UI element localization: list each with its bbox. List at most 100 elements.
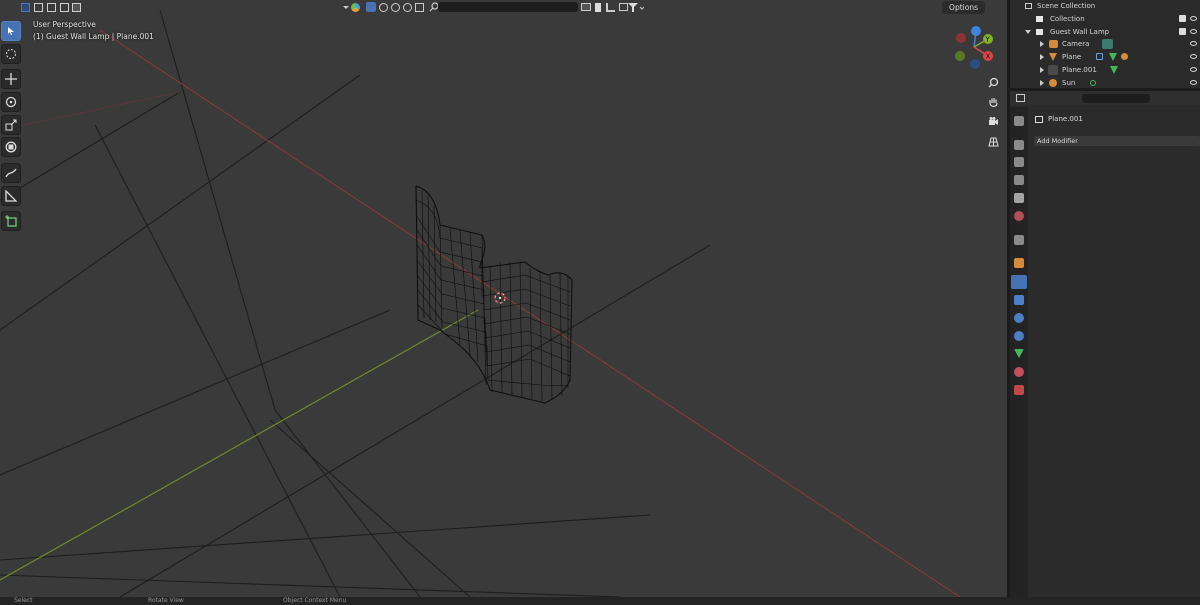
outliner-row-collection[interactable]: Collection	[1010, 13, 1200, 25]
outliner-row-label: Collection	[1050, 15, 1085, 23]
pencil-icon	[5, 168, 17, 178]
3d-viewport[interactable]: Options User Perspective (1) Guest Wall …	[0, 0, 1007, 597]
modifier-tab-icon[interactable]	[1011, 275, 1027, 289]
cursor-tool-button[interactable]	[1, 44, 21, 64]
transform-pivot-icon[interactable]	[415, 3, 424, 12]
outliner-row-scene-collection[interactable]: Scene Collection	[1010, 0, 1200, 12]
light-object-icon	[1049, 79, 1057, 87]
status-rotate: Rotate View	[148, 597, 184, 604]
transform-icon	[5, 141, 17, 153]
status-bar: Select Rotate View Object Context Menu	[0, 597, 1200, 605]
select-tool-button[interactable]	[1, 21, 21, 41]
mesh-object-icon	[1048, 65, 1058, 75]
eye-icon[interactable]	[1190, 41, 1197, 46]
chevron-down-icon[interactable]	[343, 6, 349, 9]
select-invert-icon[interactable]	[60, 3, 69, 12]
texture-tab-icon[interactable]	[1014, 385, 1024, 395]
light-data-icon	[1090, 80, 1096, 86]
expand-arrow-icon[interactable]	[1025, 30, 1031, 34]
hierarchy-icon[interactable]	[606, 3, 615, 12]
cursor-arrow-icon	[8, 27, 14, 35]
eye-icon[interactable]	[1190, 80, 1197, 85]
viewport-scene	[0, 9, 961, 597]
rotate-tool-button[interactable]	[1, 92, 21, 112]
physics-tab-icon[interactable]	[1014, 313, 1024, 323]
collection-icon	[1036, 29, 1043, 35]
move-tool-button[interactable]	[1, 69, 21, 89]
eye-icon[interactable]	[1190, 16, 1197, 21]
expand-arrow-icon[interactable]	[1040, 67, 1044, 73]
zoom-button[interactable]	[984, 73, 1002, 91]
expand-arrow-icon[interactable]	[1040, 41, 1044, 47]
search-input[interactable]	[438, 2, 578, 12]
scale-tool-button[interactable]	[1, 115, 21, 135]
camera-view-button[interactable]	[984, 112, 1002, 130]
output-tab-icon[interactable]	[1014, 157, 1024, 167]
gizmo-x-label: X	[986, 53, 991, 61]
camera-icon	[988, 116, 998, 125]
add-modifier-button[interactable]: Add Modifier	[1034, 136, 1200, 146]
hand-icon	[988, 97, 998, 107]
outliner-row-plane[interactable]: Plane	[1010, 51, 1200, 63]
perspective-toggle-button[interactable]	[984, 132, 1002, 150]
outliner-row-guest-wall-lamp[interactable]: Guest Wall Lamp	[1010, 26, 1200, 38]
select-intersect-icon[interactable]	[72, 3, 81, 12]
filter-icon[interactable]	[628, 2, 644, 13]
view-layer-tab-icon[interactable]	[1014, 175, 1024, 185]
select-subtract-icon[interactable]	[47, 3, 56, 12]
constraints-tab-icon[interactable]	[1014, 331, 1024, 341]
world-tab-icon[interactable]	[1014, 211, 1024, 221]
measure-tool-button[interactable]	[1, 186, 21, 206]
expand-arrow-icon[interactable]	[1040, 54, 1044, 60]
outliner-row-camera[interactable]: Camera	[1010, 38, 1200, 50]
edge-select-icon[interactable]	[391, 3, 400, 12]
grid-line	[0, 514, 651, 561]
scene-tab-icon[interactable]	[1014, 193, 1024, 203]
select-extend-icon[interactable]	[34, 3, 43, 12]
overlay-globe-icon[interactable]	[351, 3, 360, 12]
exclude-checkbox[interactable]	[1179, 28, 1186, 35]
bookmark-icon[interactable]	[595, 3, 601, 12]
scale-icon	[5, 119, 17, 131]
magnifier-icon	[988, 77, 998, 87]
tool-tab-icon[interactable]	[1014, 116, 1024, 126]
eye-icon[interactable]	[1190, 29, 1197, 34]
grid-line	[0, 74, 361, 331]
object-mode-icon[interactable]	[366, 2, 376, 12]
collection-icon[interactable]	[619, 3, 628, 11]
properties-search-input[interactable]	[1082, 94, 1150, 103]
select-box-mode-icon[interactable]	[21, 3, 30, 12]
face-select-icon[interactable]	[403, 3, 412, 12]
particles-tab-icon[interactable]	[1014, 295, 1024, 305]
options-dropdown[interactable]: Options	[942, 1, 985, 14]
grid-line	[119, 244, 711, 597]
outliner-row-label: Guest Wall Lamp	[1050, 28, 1110, 36]
eye-icon[interactable]	[1190, 67, 1197, 72]
camera-data-icon	[1102, 39, 1113, 49]
exclude-checkbox[interactable]	[1179, 15, 1186, 22]
display-filter-icon[interactable]	[581, 3, 591, 11]
outliner-row-label: Camera	[1062, 40, 1090, 48]
mesh-object-icon	[1049, 53, 1057, 61]
mesh-data-icon	[1110, 66, 1118, 74]
navigation-gizmo[interactable]: Y X	[950, 24, 998, 70]
collection-tab-icon[interactable]	[1014, 235, 1024, 245]
vertex-select-icon[interactable]	[379, 3, 388, 12]
object-tab-icon[interactable]	[1014, 258, 1024, 268]
eye-icon[interactable]	[1190, 54, 1197, 59]
expand-arrow-icon[interactable]	[1040, 80, 1044, 86]
editor-type-icon[interactable]	[1016, 94, 1025, 102]
annotate-tool-button[interactable]	[1, 163, 21, 183]
add-cube-tool-button[interactable]	[1, 211, 21, 231]
pan-button[interactable]	[984, 93, 1002, 111]
properties-panel: Plane.001 Add Modifier	[1010, 91, 1200, 597]
transform-tool-button[interactable]	[1, 137, 21, 157]
render-tab-icon[interactable]	[1014, 140, 1024, 150]
outliner-row-label: Scene Collection	[1037, 2, 1096, 10]
outliner-row-plane-001[interactable]: Plane.001	[1010, 64, 1200, 76]
gizmo-y-label: Y	[985, 36, 991, 44]
material-tab-icon[interactable]	[1014, 367, 1024, 377]
data-tab-icon[interactable]	[1014, 349, 1024, 358]
modifier-wrench-icon	[1096, 53, 1103, 60]
grid-line	[269, 419, 471, 597]
